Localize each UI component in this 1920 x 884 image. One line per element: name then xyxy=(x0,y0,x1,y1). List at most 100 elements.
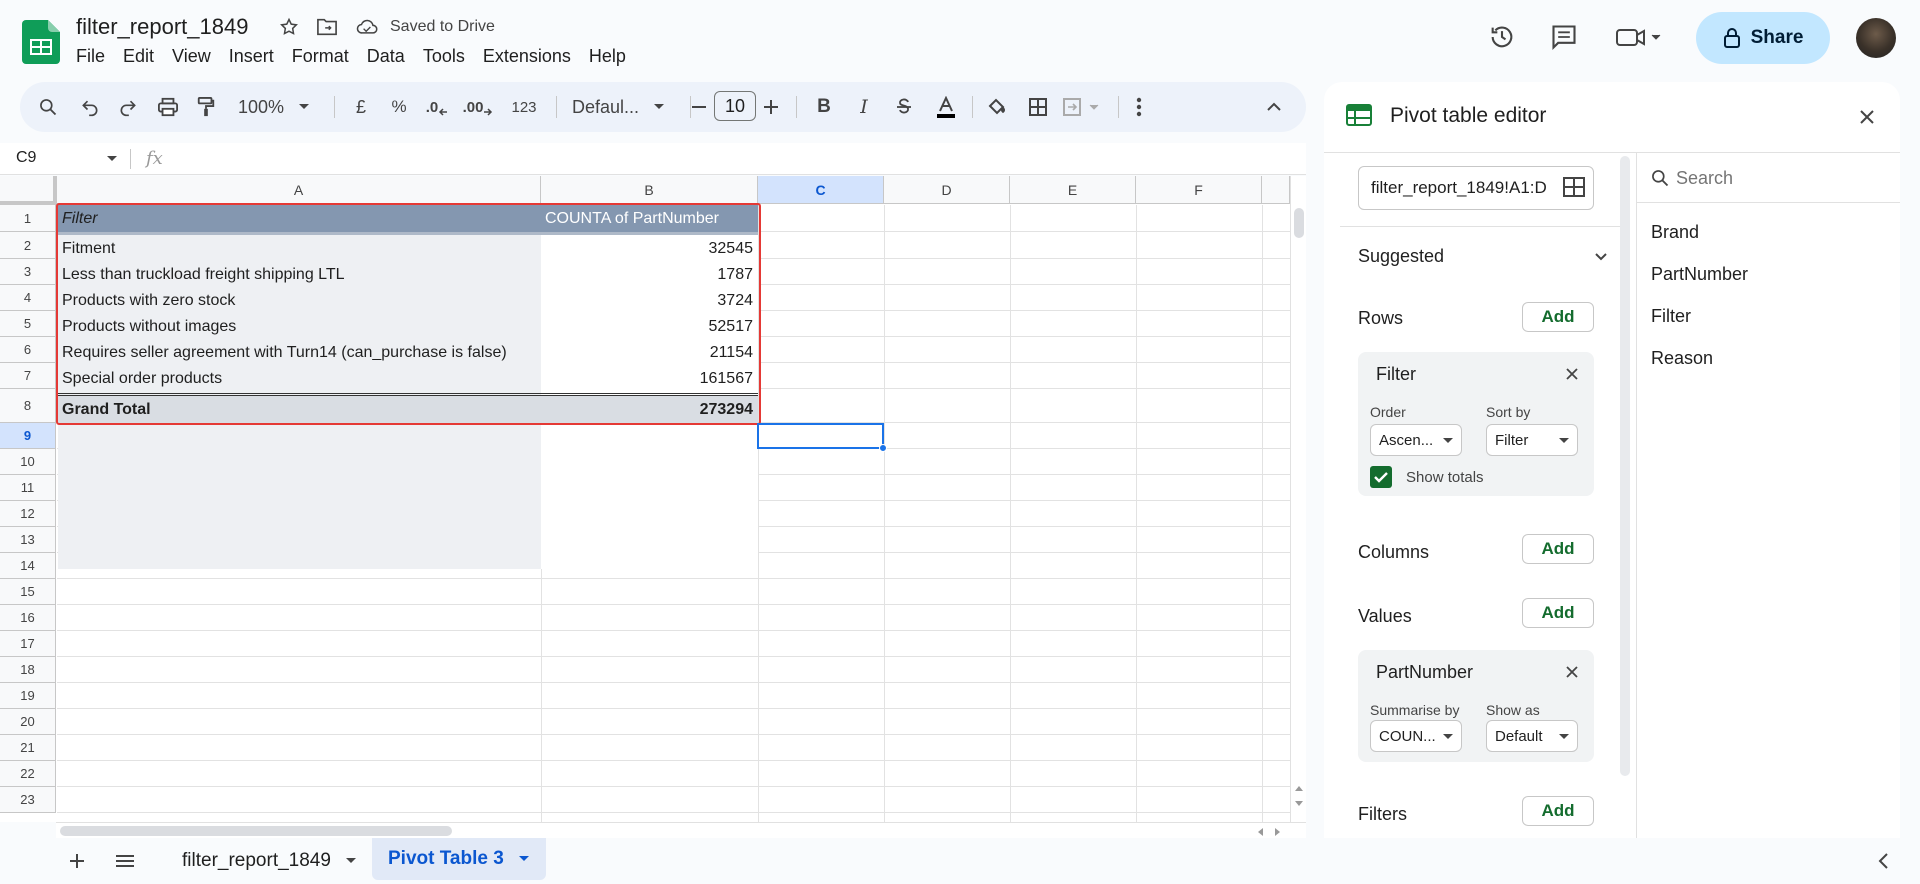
menu-help[interactable]: Help xyxy=(589,46,635,67)
scroll-up-icon[interactable] xyxy=(1294,784,1304,792)
increase-decimal-button[interactable]: .00 xyxy=(460,82,496,132)
menu-insert[interactable]: Insert xyxy=(229,46,283,67)
field-search-input[interactable] xyxy=(1676,164,1886,192)
italic-icon[interactable]: I xyxy=(852,82,876,132)
chevron-down-icon[interactable] xyxy=(345,857,357,865)
document-title[interactable]: filter_report_1849 xyxy=(76,14,248,40)
borders-icon[interactable] xyxy=(1024,82,1052,132)
chevron-down-icon[interactable] xyxy=(1594,252,1608,262)
row-header[interactable]: 8 xyxy=(0,389,56,423)
move-folder-icon[interactable] xyxy=(316,16,338,38)
summarise-select[interactable]: COUN... xyxy=(1370,720,1462,752)
percent-format-button[interactable]: % xyxy=(388,82,410,132)
all-sheets-icon[interactable] xyxy=(112,848,138,874)
rows-add-button[interactable]: Add xyxy=(1522,302,1594,332)
selected-cell[interactable] xyxy=(757,423,884,449)
add-sheet-icon[interactable] xyxy=(64,848,90,874)
select-all-corner[interactable] xyxy=(0,176,57,205)
order-select[interactable]: Ascen... xyxy=(1370,424,1462,456)
field-item-filter[interactable]: Filter xyxy=(1651,306,1691,327)
vertical-scrollbar[interactable] xyxy=(1290,176,1306,822)
remove-value-icon[interactable] xyxy=(1564,664,1580,680)
menu-extensions[interactable]: Extensions xyxy=(483,46,580,67)
column-header-c[interactable]: C xyxy=(758,176,884,204)
strikethrough-icon[interactable] xyxy=(892,82,916,132)
text-color-icon[interactable] xyxy=(932,82,960,132)
chevron-down-icon[interactable] xyxy=(106,155,118,163)
row-header[interactable]: 21 xyxy=(0,735,56,761)
remove-row-icon[interactable] xyxy=(1564,366,1580,382)
currency-format-button[interactable]: £ xyxy=(350,82,372,132)
column-header-g[interactable] xyxy=(1262,176,1290,204)
menu-data[interactable]: Data xyxy=(367,46,414,67)
row-header[interactable]: 5 xyxy=(0,311,56,337)
font-size-input[interactable]: 10 xyxy=(714,91,756,121)
fill-color-icon[interactable] xyxy=(982,82,1012,132)
number-format-button[interactable]: 123 xyxy=(506,82,542,132)
decrease-decimal-button[interactable]: .0 xyxy=(422,82,452,132)
field-item-brand[interactable]: Brand xyxy=(1651,222,1699,243)
version-history-icon[interactable] xyxy=(1485,20,1519,54)
row-header[interactable]: 16 xyxy=(0,605,56,631)
chevron-down-icon[interactable] xyxy=(518,855,530,863)
meet-video-icon[interactable] xyxy=(1614,20,1664,54)
share-button[interactable]: Share xyxy=(1696,12,1830,64)
merge-cells-icon[interactable] xyxy=(1060,82,1108,132)
values-add-button[interactable]: Add xyxy=(1522,598,1594,628)
filters-add-button[interactable]: Add xyxy=(1522,796,1594,826)
row-header[interactable]: 3 xyxy=(0,259,56,285)
row-header[interactable]: 18 xyxy=(0,657,56,683)
zoom-select[interactable]: 100% xyxy=(238,82,316,132)
column-header-b[interactable]: B xyxy=(541,176,758,204)
row-header[interactable]: 2 xyxy=(0,232,56,259)
sheet-tab-active[interactable]: Pivot Table 3 xyxy=(372,838,546,880)
row-header[interactable]: 4 xyxy=(0,285,56,311)
show-totals-checkbox[interactable] xyxy=(1370,466,1392,488)
field-item-partnumber[interactable]: PartNumber xyxy=(1651,264,1748,285)
row-header[interactable]: 23 xyxy=(0,787,56,813)
row-header[interactable]: 11 xyxy=(0,475,56,501)
print-icon[interactable] xyxy=(154,82,182,132)
field-item-reason[interactable]: Reason xyxy=(1651,348,1713,369)
row-header[interactable]: 6 xyxy=(0,337,56,363)
name-box[interactable]: C9 xyxy=(16,149,36,167)
menu-format[interactable]: Format xyxy=(292,46,358,67)
scroll-down-icon[interactable] xyxy=(1294,800,1304,808)
row-header[interactable]: 17 xyxy=(0,631,56,657)
column-header-e[interactable]: E xyxy=(1010,176,1136,204)
font-size-decrease-icon[interactable] xyxy=(688,82,710,132)
scroll-thumb[interactable] xyxy=(60,826,452,836)
redo-icon[interactable] xyxy=(114,82,142,132)
sheet-tab[interactable]: filter_report_1849 xyxy=(166,838,373,884)
sheets-logo-icon[interactable] xyxy=(22,20,62,64)
row-header[interactable]: 14 xyxy=(0,553,56,579)
scroll-right-icon[interactable] xyxy=(1274,827,1282,837)
collapse-toolbar-icon[interactable] xyxy=(1260,82,1288,132)
row-header[interactable]: 10 xyxy=(0,449,56,475)
row-header[interactable]: 19 xyxy=(0,683,56,709)
row-header[interactable]: 20 xyxy=(0,709,56,735)
row-header[interactable]: 13 xyxy=(0,527,56,553)
search-menus-icon[interactable] xyxy=(34,82,62,132)
fill-handle[interactable] xyxy=(879,444,887,452)
row-header[interactable]: 7 xyxy=(0,363,56,389)
horizontal-scrollbar[interactable] xyxy=(56,822,1306,838)
menu-view[interactable]: View xyxy=(172,46,220,67)
showas-select[interactable]: Default xyxy=(1486,720,1578,752)
row-header[interactable]: 22 xyxy=(0,761,56,787)
sortby-select[interactable]: Filter xyxy=(1486,424,1578,456)
close-icon[interactable] xyxy=(1856,106,1878,128)
comments-icon[interactable] xyxy=(1547,20,1581,54)
menu-tools[interactable]: Tools xyxy=(423,46,474,67)
star-icon[interactable] xyxy=(278,16,300,38)
menu-file[interactable]: File xyxy=(76,46,114,67)
row-header[interactable]: 15 xyxy=(0,579,56,605)
scroll-left-icon[interactable] xyxy=(1256,827,1264,837)
avatar[interactable] xyxy=(1856,18,1896,58)
undo-icon[interactable] xyxy=(76,82,104,132)
column-header-d[interactable]: D xyxy=(884,176,1010,204)
menu-edit[interactable]: Edit xyxy=(123,46,163,67)
select-range-icon[interactable] xyxy=(1562,176,1588,202)
row-header[interactable]: 9 xyxy=(0,423,56,449)
font-select[interactable]: Defaul... xyxy=(572,82,684,132)
